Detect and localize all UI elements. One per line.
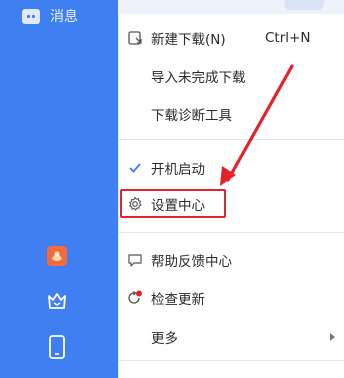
- mobile-phone-icon[interactable]: [45, 335, 69, 359]
- feedback-icon: [119, 252, 151, 268]
- menu-item-diagnostic-tool[interactable]: 下载诊断工具: [119, 97, 344, 131]
- update-icon: [119, 290, 151, 306]
- window-top-strip: [118, 0, 344, 14]
- menu-item-label: 开机启动: [151, 162, 205, 178]
- crown-icon[interactable]: [45, 289, 69, 313]
- menu-item-import-unfinished[interactable]: 导入未完成下载: [119, 59, 344, 93]
- app-badge-icon[interactable]: [45, 244, 69, 268]
- submenu-arrow-icon: [330, 333, 335, 341]
- checkmark-icon: [119, 161, 151, 175]
- menu-item-help-feedback[interactable]: 帮助反馈中心: [119, 243, 344, 277]
- menu-item-check-update[interactable]: 检查更新: [119, 281, 344, 315]
- sidebar-item-messages[interactable]: 消息: [22, 4, 78, 28]
- menu-item-label: 更多: [151, 331, 178, 347]
- menu-item-label: 检查更新: [151, 292, 205, 308]
- annotation-highlight-box: [120, 189, 226, 218]
- new-download-icon: [119, 30, 151, 46]
- menu-separator: [119, 360, 344, 361]
- menu-item-launch-at-startup[interactable]: 开机启动: [119, 151, 344, 185]
- menu-item-more[interactable]: 更多: [119, 320, 344, 354]
- menu-item-label: 帮助反馈中心: [151, 254, 232, 270]
- top-decoration: [284, 0, 324, 10]
- menu-separator: [119, 139, 344, 140]
- left-sidebar: 消息: [0, 0, 118, 378]
- message-icon: [22, 8, 40, 24]
- menu-separator: [119, 232, 344, 233]
- menu-item-label: 导入未完成下载: [151, 70, 246, 86]
- menu-item-new-download[interactable]: 新建下载(N) Ctrl+N: [119, 21, 344, 55]
- menu-item-label: 下载诊断工具: [151, 108, 232, 124]
- context-menu: 新建下载(N) Ctrl+N 导入未完成下载 下载诊断工具 开机启动 设置中心: [118, 14, 344, 378]
- menu-item-shortcut: Ctrl+N: [265, 30, 311, 46]
- menu-item-label: 新建下载(N): [151, 32, 226, 48]
- sidebar-messages-label: 消息: [50, 9, 78, 25]
